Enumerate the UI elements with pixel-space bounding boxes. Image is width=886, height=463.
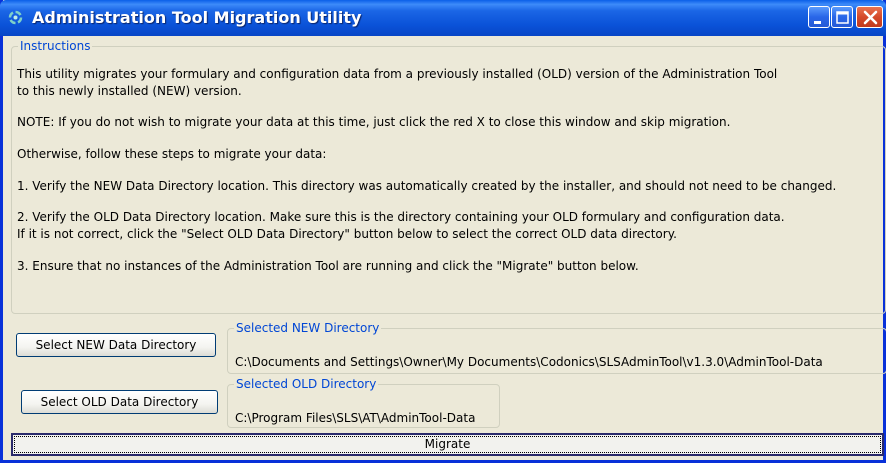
select-old-directory-button[interactable]: Select OLD Data Directory xyxy=(21,390,218,414)
old-directory-path: C:\Program Files\SLS\AT\AdminTool-Data xyxy=(235,411,476,425)
new-directory-path: C:\Documents and Settings\Owner\My Docum… xyxy=(235,355,823,369)
instructions-legend: Instructions xyxy=(20,39,91,53)
window-title: Administration Tool Migration Utility xyxy=(32,8,362,27)
instruction-step-1: 1. Verify the NEW Data Directory locatio… xyxy=(17,179,837,193)
instruction-step-2: 2. Verify the OLD Data Directory locatio… xyxy=(17,210,785,224)
instruction-line: This utility migrates your formulary and… xyxy=(17,67,778,81)
instruction-line: to this newly installed (NEW) version. xyxy=(17,84,242,98)
app-icon xyxy=(8,10,23,25)
instruction-step-3: 3. Ensure that no instances of the Admin… xyxy=(17,259,639,273)
title-bar[interactable]: Administration Tool Migration Utility xyxy=(0,0,886,36)
migrate-button[interactable]: Migrate xyxy=(11,433,884,456)
minimize-button[interactable] xyxy=(808,6,830,28)
close-button[interactable] xyxy=(856,6,883,28)
close-icon xyxy=(863,10,878,25)
selected-old-directory-legend: Selected OLD Directory xyxy=(236,377,377,391)
instruction-step-2-detail: If it is not correct, click the "Select … xyxy=(17,227,677,241)
selected-new-directory-legend: Selected NEW Directory xyxy=(236,321,380,335)
selected-old-directory-group: Selected OLD Directory C:\Program Files\… xyxy=(227,378,500,428)
select-new-directory-button[interactable]: Select NEW Data Directory xyxy=(16,333,216,357)
instruction-note: NOTE: If you do not wish to migrate your… xyxy=(17,115,731,129)
selected-new-directory-group: Selected NEW Directory C:\Documents and … xyxy=(227,322,886,374)
maximize-button[interactable] xyxy=(831,6,853,28)
migration-utility-window: Administration Tool Migration Utility In… xyxy=(0,0,886,463)
minimize-icon xyxy=(814,21,821,24)
maximize-icon xyxy=(836,11,849,24)
instruction-line: Otherwise, follow these steps to migrate… xyxy=(17,147,327,161)
focus-outline xyxy=(14,436,881,453)
